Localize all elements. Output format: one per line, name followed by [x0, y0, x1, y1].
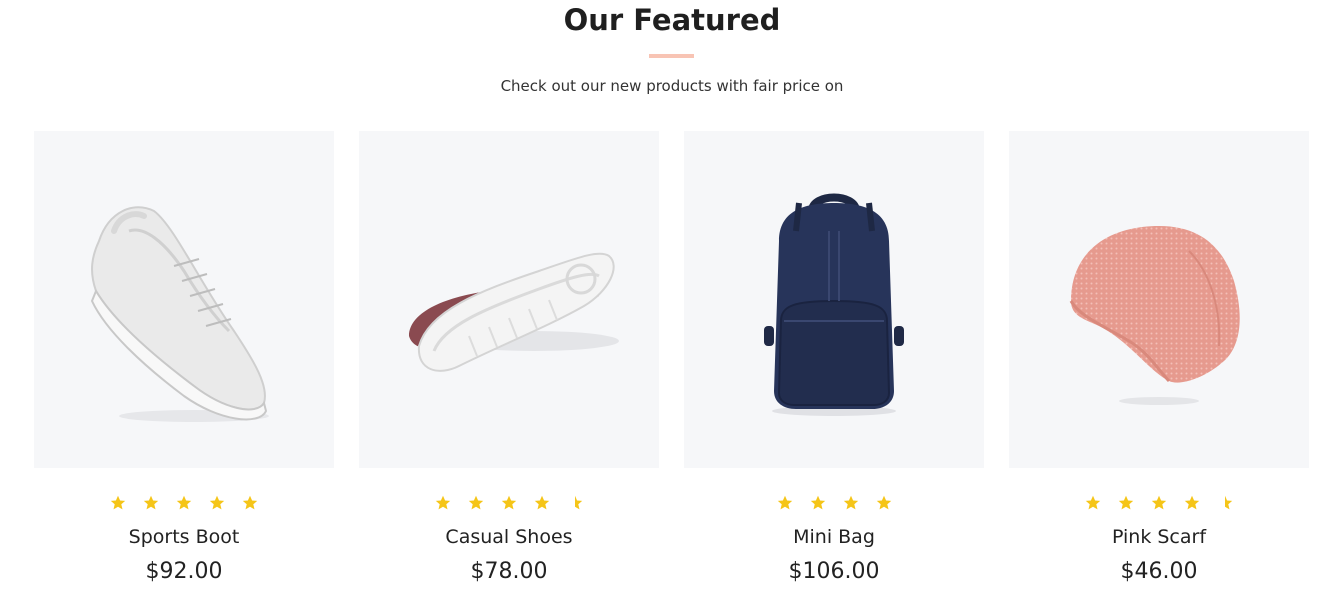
product-price: $46.00 — [1120, 559, 1198, 584]
star-icon — [810, 495, 825, 510]
star-icon — [534, 495, 550, 510]
maroon-shoe-sole-image[interactable] — [359, 131, 659, 468]
page-subtitle: Check out our new products with fair pri… — [500, 77, 844, 95]
product-card-pink-scarf[interactable]: Pink Scarf $46.00 — [1009, 131, 1309, 591]
half-star-icon — [575, 495, 583, 510]
pink-beanie-image[interactable] — [1009, 131, 1309, 468]
product-name[interactable]: Pink Scarf — [1009, 524, 1309, 550]
star-icon — [209, 495, 225, 510]
star-icon — [176, 495, 192, 510]
rating-stars — [34, 495, 334, 517]
star-icon — [110, 495, 126, 510]
half-star-icon — [1225, 495, 1233, 510]
product-card-casual-shoes[interactable]: Casual Shoes $78.00 — [359, 131, 659, 591]
product-name[interactable]: Sports Boot — [34, 524, 334, 550]
product-name[interactable]: Mini Bag — [684, 524, 984, 550]
product-price: $106.00 — [788, 559, 880, 584]
star-icon — [143, 495, 159, 510]
title-underline — [649, 54, 694, 58]
rating-stars — [359, 495, 659, 517]
star-icon — [876, 495, 891, 510]
star-icon — [777, 495, 792, 510]
navy-backpack-image[interactable] — [684, 131, 984, 468]
star-icon — [242, 495, 258, 510]
star-icon — [501, 495, 517, 510]
rating-stars — [684, 495, 984, 517]
product-card-sports-boot[interactable]: Sports Boot $92.00 — [34, 131, 334, 591]
page-title: Our Featured — [563, 3, 781, 37]
star-icon — [1151, 495, 1167, 510]
product-price: $92.00 — [145, 559, 223, 584]
product-name[interactable]: Casual Shoes — [359, 524, 659, 550]
product-price: $78.00 — [470, 559, 548, 584]
rating-stars — [1009, 495, 1309, 517]
star-icon — [1085, 495, 1101, 510]
star-icon — [468, 495, 484, 510]
white-sneaker-image[interactable] — [34, 131, 334, 468]
star-icon — [435, 495, 451, 510]
star-icon — [843, 495, 858, 510]
product-card-mini-bag[interactable]: Mini Bag $106.00 — [684, 131, 984, 591]
star-icon — [1184, 495, 1200, 510]
star-icon — [1118, 495, 1134, 510]
